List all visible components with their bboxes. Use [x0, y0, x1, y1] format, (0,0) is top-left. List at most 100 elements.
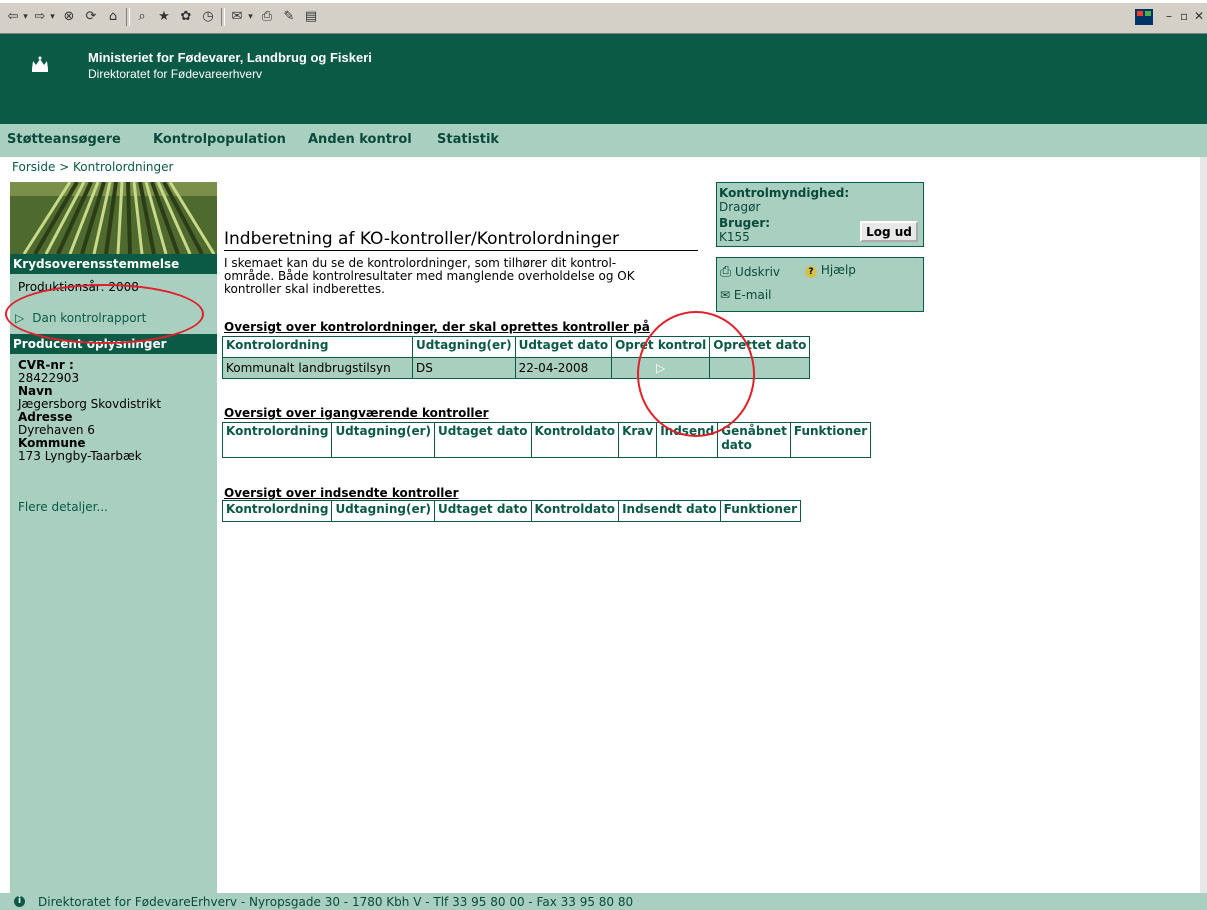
column-header: Udtagning(er): [331, 422, 436, 458]
section-title-ongoing: Oversigt over igangværende kontroller: [224, 406, 489, 420]
mail-icon[interactable]: ✉: [228, 8, 246, 26]
section-title-submitted: Oversigt over indsendte kontroller: [224, 486, 459, 500]
breadcrumb: Forside > Kontrolordninger: [12, 160, 173, 174]
forward-dropdown-icon[interactable]: ▾: [48, 8, 57, 26]
breadcrumb-home[interactable]: Forside: [12, 160, 55, 174]
address-value: Dyrehaven 6: [18, 423, 95, 437]
intro-text: I skemaet kan du se de kontrolordninger,…: [224, 257, 694, 296]
column-header: Krav: [618, 422, 658, 458]
date-cell: 22-04-2008: [514, 357, 613, 379]
crown-logo-icon: [32, 56, 48, 72]
column-header: Udtaget dato: [514, 336, 613, 358]
favorites-icon[interactable]: ★: [155, 8, 173, 26]
table-header-row: Kontrolordning Udtagning(er) Udtaget dat…: [221, 422, 872, 458]
column-header: Kontrolordning: [221, 422, 333, 458]
back-dropdown-icon[interactable]: ▾: [21, 8, 30, 26]
forward-icon[interactable]: ⇨: [33, 8, 47, 26]
production-year: Produktionsår: 2008: [18, 280, 139, 294]
column-header: Udtagning(er): [412, 336, 516, 358]
municipality-value: 173 Lyngby-Taarbæk: [18, 449, 142, 463]
column-header-reopened: Genåbnet dato: [717, 422, 791, 458]
table-header-row: Kontrolordning Udtagning(er) Udtaget dat…: [222, 336, 811, 358]
created-date-cell: [709, 357, 811, 379]
column-header: Funktioner: [789, 422, 872, 458]
help-label: Hjælp: [820, 263, 856, 277]
email-link[interactable]: ✉ E-mail: [720, 288, 772, 302]
vertical-scrollbar[interactable]: [1200, 157, 1207, 893]
triangle-right-icon: ▷: [15, 311, 25, 325]
main-navigation: Støtteansøgere Kontrolpopulation Anden k…: [0, 124, 1207, 157]
create-report-label: Dan kontrolrapport: [32, 311, 147, 325]
home-icon[interactable]: ⌂: [104, 8, 122, 26]
nav-statistik[interactable]: Statistik: [437, 132, 499, 147]
create-control-cell[interactable]: ▷: [611, 357, 711, 379]
status-footer: i Direktoratet for FødevareErhverv - Nyr…: [0, 893, 1207, 910]
search-icon[interactable]: ⌕: [133, 8, 151, 26]
table-row: Kommunalt landbrugstilsyn DS 22-04-2008 …: [222, 357, 811, 379]
footer-text: Direktoratet for FødevareErhverv - Nyrop…: [38, 895, 634, 909]
print-icon[interactable]: ⎙: [258, 8, 276, 26]
stop-icon[interactable]: ⊗: [60, 8, 78, 26]
toolbar-separator: [126, 8, 130, 26]
back-icon[interactable]: ⇦: [6, 8, 20, 26]
column-header: Kontrolordning: [221, 500, 333, 522]
header-line: Genåbnet: [721, 424, 787, 438]
ministry-title: Ministeriet for Fødevarer, Landbrug og F…: [88, 50, 372, 65]
left-sidebar: Krydsoverensstemmelse Produktionsår: 200…: [10, 182, 217, 893]
browser-toolbar: ⇦ ▾ ⇨ ▾ ⊗ ⟳ ⌂ ⌕ ★ ✿ ◷ ✉ ▾ ⎙ ✎ ▤ – ▫ ✕: [0, 3, 1207, 34]
minimize-icon[interactable]: –: [1166, 9, 1172, 23]
cvr-value: 28422903: [18, 371, 80, 385]
close-icon[interactable]: ✕: [1194, 9, 1204, 23]
breadcrumb-separator: >: [55, 160, 74, 174]
column-header: Kontroldato: [530, 500, 620, 522]
table-header-row: Kontrolordning Udtagning(er) Udtaget dat…: [221, 500, 802, 522]
column-header: Udtagning(er): [331, 500, 436, 522]
header-line: dato: [721, 438, 752, 452]
discuss-icon[interactable]: ▤: [302, 8, 320, 26]
nav-kontrolpopulation[interactable]: Kontrolpopulation: [153, 132, 286, 147]
column-header: Indsendt dato: [618, 500, 721, 522]
breadcrumb-current[interactable]: Kontrolordninger: [73, 160, 173, 174]
column-header: Opret kontrol: [611, 336, 711, 358]
column-header: Funktioner: [719, 500, 802, 522]
refresh-icon[interactable]: ⟳: [82, 8, 100, 26]
intro-line: kontroller skal indberettes.: [224, 282, 385, 296]
cross-compliance-heading: Krydsoverensstemmelse: [10, 254, 217, 274]
print-link[interactable]: ⎙ Udskriv: [720, 264, 780, 280]
create-report-link[interactable]: ▷ Dan kontrolrapport: [15, 311, 146, 325]
create-control-arrow-icon[interactable]: ▷: [656, 361, 665, 375]
authority-label: Kontrolmyndighed:: [719, 186, 850, 200]
name-label: Navn: [18, 384, 53, 398]
edit-icon[interactable]: ✎: [280, 8, 298, 26]
tools-box: ⎙ Udskriv ? Hjælp ✉ E-mail: [716, 257, 924, 312]
restore-icon[interactable]: ▫: [1180, 9, 1188, 23]
authority-value: Dragør: [719, 200, 761, 214]
toolbar-separator: [221, 8, 225, 26]
mail-dropdown-icon[interactable]: ▾: [246, 8, 255, 26]
crop-field-image: [10, 182, 217, 254]
info-icon: i: [14, 896, 25, 907]
municipality-label: Kommune: [18, 436, 86, 450]
user-value: K155: [719, 230, 750, 244]
scheme-cell: Kommunalt landbrugstilsyn: [222, 357, 413, 379]
printer-icon: ⎙: [720, 264, 732, 280]
logout-button[interactable]: Log ud: [860, 221, 918, 242]
history-icon[interactable]: ◷: [199, 8, 217, 26]
windows-logo-icon: [1135, 9, 1153, 25]
authority-box: Kontrolmyndighed: Dragør Bruger: K155 Lo…: [716, 182, 924, 247]
column-header: Kontroldato: [530, 422, 620, 458]
help-icon: ?: [805, 266, 817, 278]
email-icon: ✉: [720, 288, 731, 302]
title-divider: [224, 250, 698, 251]
nav-stotteansogere[interactable]: Støtteansøgere: [7, 132, 121, 147]
help-link[interactable]: ? Hjælp: [805, 263, 856, 278]
column-header: Oprettet dato: [709, 336, 811, 358]
cvr-label: CVR-nr :: [18, 358, 74, 372]
more-details-link[interactable]: Flere detaljer...: [18, 500, 108, 514]
email-label: E-mail: [733, 288, 772, 302]
selection-cell: DS: [412, 357, 516, 379]
submitted-table: Kontrolordning Udtagning(er) Udtaget dat…: [221, 500, 802, 522]
nav-anden-kontrol[interactable]: Anden kontrol: [308, 132, 412, 147]
column-header: Indsend: [656, 422, 719, 458]
media-icon[interactable]: ✿: [177, 8, 195, 26]
